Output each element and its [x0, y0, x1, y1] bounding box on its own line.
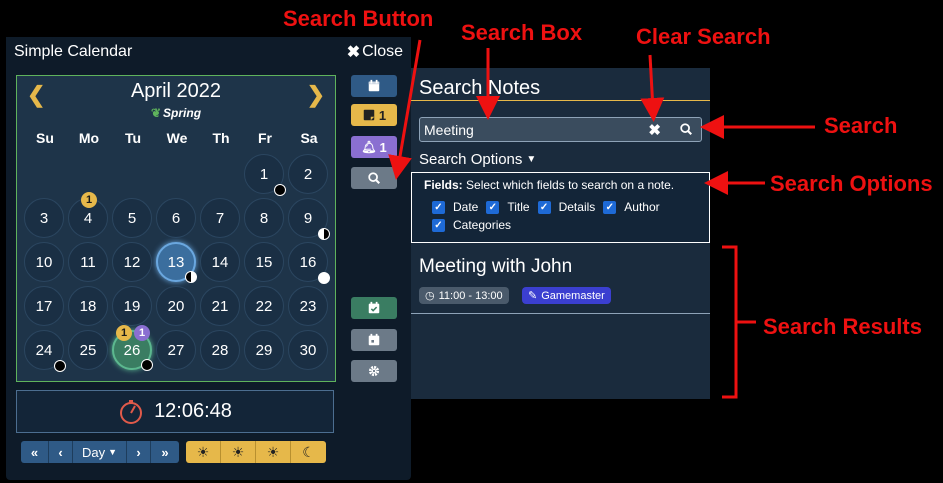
arrow-search-button [388, 39, 422, 180]
annotation-search-results: Search Results [763, 314, 922, 339]
annotation-search-box: Search Box [461, 20, 583, 45]
annotation-clear-search: Clear Search [636, 24, 771, 49]
annotation-search-button: Search Button [283, 6, 434, 31]
arrow-clear-search [640, 54, 665, 122]
screenshot-root: Simple Calendar ✖ Close ❮ April 2022 ❦ Sp… [0, 0, 943, 483]
annotation-search-options: Search Options [770, 171, 933, 196]
bracket-search-results [722, 245, 756, 399]
annotation-search: Search [824, 113, 898, 138]
annotation-arrows [388, 39, 815, 399]
